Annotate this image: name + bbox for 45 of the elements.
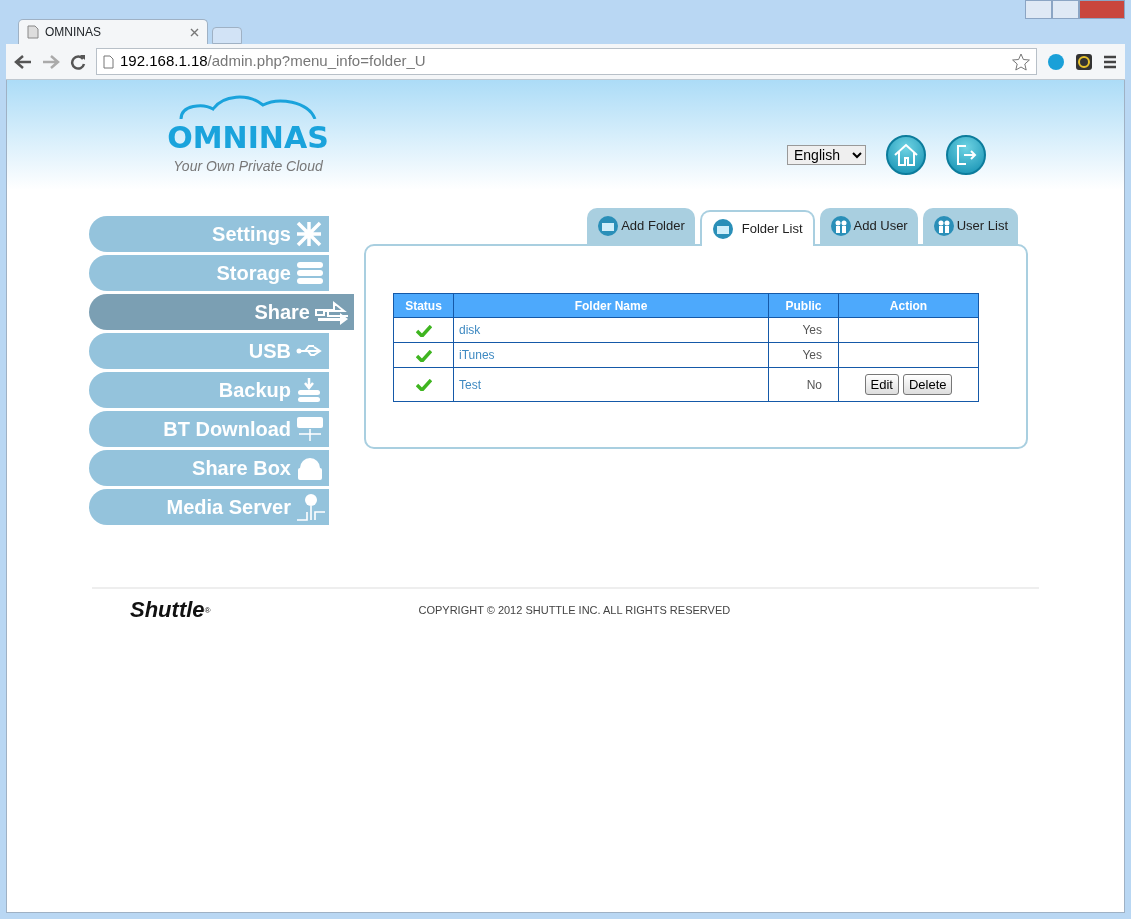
page-icon xyxy=(27,25,39,39)
folder-add-icon xyxy=(597,215,620,237)
copyright-text: COPYRIGHT © 2012 SHUTTLE INC. ALL RIGHTS RESERVED xyxy=(418,602,731,618)
column-header: Folder Name xyxy=(453,293,769,318)
folder-link[interactable]: Test xyxy=(455,377,481,392)
address-bar[interactable]: 192.168.1.18/admin.php?menu_info=folder_U xyxy=(96,48,1037,75)
browser-tab[interactable]: OMNINAS xyxy=(18,19,208,44)
action-button[interactable]: Edit xyxy=(864,373,899,396)
logo-text: OMNINAS xyxy=(167,118,329,157)
share-arrows-icon xyxy=(314,298,350,326)
tab[interactable]: Folder List xyxy=(699,210,815,246)
tab[interactable]: User List xyxy=(922,208,1018,244)
star-icon[interactable] xyxy=(1012,52,1030,71)
page-icon xyxy=(103,54,114,69)
logout-button[interactable] xyxy=(946,135,986,175)
action-button[interactable]: Delete xyxy=(902,373,953,396)
folder-link[interactable]: disk xyxy=(455,323,481,337)
column-header: Action xyxy=(838,293,979,318)
tagline: Your Own Private Cloud xyxy=(172,157,324,177)
folder-link[interactable]: iTunes xyxy=(455,348,495,362)
column-header: Status xyxy=(393,293,454,318)
table-cell: Yes xyxy=(768,317,839,343)
back-icon[interactable] xyxy=(14,53,32,70)
language-select[interactable]: English xyxy=(787,145,866,165)
storage-icon xyxy=(295,259,325,287)
reload-icon[interactable] xyxy=(70,53,86,70)
users-icon xyxy=(932,215,955,237)
brand-logo: Shuttle$^{®}$ xyxy=(130,597,211,623)
extension-icon[interactable] xyxy=(1075,52,1093,71)
close-icon[interactable] xyxy=(190,27,199,37)
menu-icon[interactable] xyxy=(1103,54,1117,69)
tab[interactable]: Add User xyxy=(819,208,918,244)
folder-icon xyxy=(711,218,734,240)
media-server-icon xyxy=(295,493,325,521)
logout-icon xyxy=(954,143,978,167)
table-cell: Yes xyxy=(768,342,839,368)
home-icon xyxy=(893,143,919,167)
tab[interactable]: Add Folder xyxy=(587,208,695,244)
sidebar-item[interactable]: Share xyxy=(89,294,354,330)
bt-download-icon xyxy=(295,415,325,443)
table-cell: No xyxy=(768,367,839,402)
user-add-icon xyxy=(829,215,852,237)
column-header: Public xyxy=(768,293,839,318)
home-button[interactable] xyxy=(886,135,926,175)
forward-icon[interactable] xyxy=(42,53,60,70)
